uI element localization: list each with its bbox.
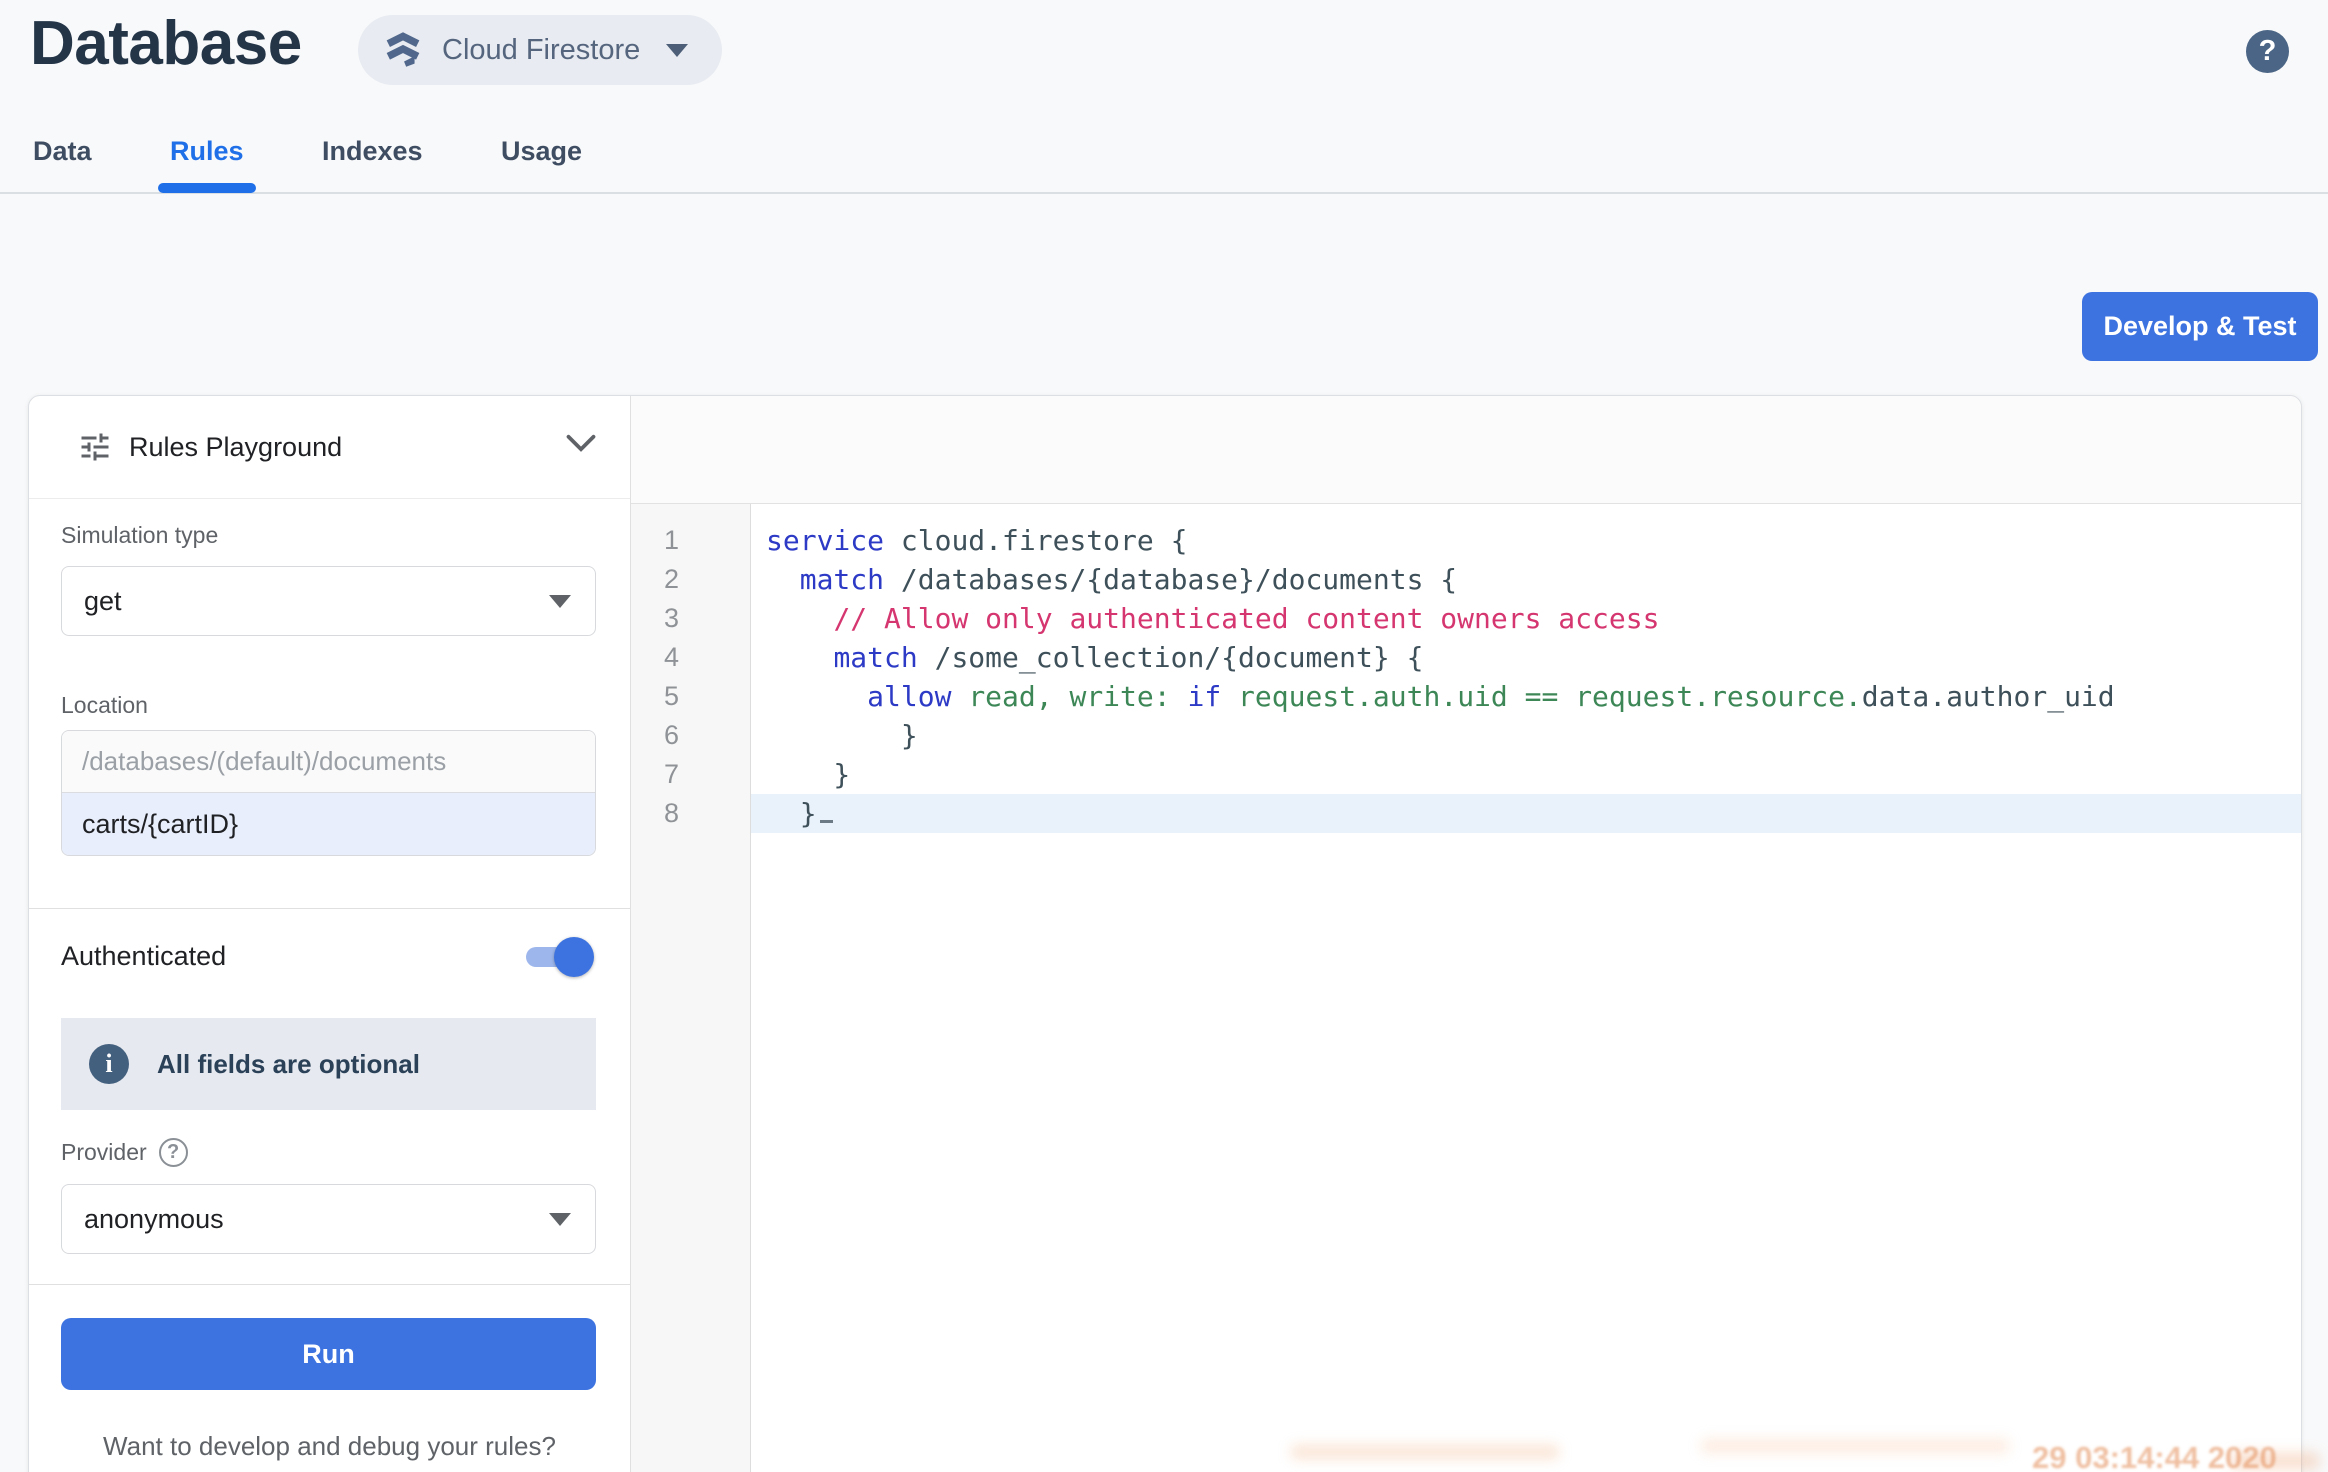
- tab-bar: Data Rules Indexes Usage: [0, 122, 2328, 194]
- provider-help-icon[interactable]: ?: [159, 1138, 188, 1167]
- line-number: 8: [631, 794, 750, 833]
- chevron-down-icon: [666, 44, 688, 57]
- code-line[interactable]: match /some_collection/{document} {: [751, 638, 2301, 677]
- divider: [29, 908, 630, 909]
- provider-value: anonymous: [84, 1204, 224, 1235]
- tab-data[interactable]: Data: [31, 122, 94, 189]
- provider-label-row: Provider ?: [61, 1138, 188, 1167]
- dev-tools-prompt: Want to develop and debug your rules?: [29, 1431, 630, 1462]
- authenticated-toggle[interactable]: [526, 944, 584, 970]
- tab-rules[interactable]: Rules: [168, 122, 246, 189]
- code-line[interactable]: service cloud.firestore {: [751, 521, 2301, 560]
- info-banner-text: All fields are optional: [157, 1049, 420, 1080]
- run-button[interactable]: Run: [61, 1318, 596, 1390]
- line-number: 5: [631, 677, 750, 716]
- dev-tools-link: Try the dev tools: [29, 1468, 630, 1472]
- code-pane[interactable]: service cloud.firestore { match /databas…: [751, 504, 2301, 1472]
- location-input[interactable]: carts/{cartID}: [62, 793, 595, 855]
- code-line[interactable]: // Allow only authenticated content owne…: [751, 599, 2301, 638]
- product-selector-chip[interactable]: Cloud Firestore: [358, 15, 722, 85]
- question-mark-icon: ?: [2259, 35, 2277, 68]
- location-value: carts/{cartID}: [82, 809, 238, 840]
- simulation-type-label: Simulation type: [61, 522, 218, 549]
- firestore-logo-icon: [382, 29, 424, 71]
- location-placeholder: /databases/(default)/documents: [82, 746, 446, 777]
- firestore-database-page: Database Cloud Firestore ? Data Rules In…: [0, 0, 2328, 1472]
- tune-icon: [77, 429, 113, 465]
- page-title: Database: [30, 8, 302, 79]
- help-button[interactable]: ?: [2246, 30, 2289, 73]
- editor-toolbar: [631, 396, 2301, 504]
- info-icon: i: [89, 1044, 129, 1084]
- tab-usage[interactable]: Usage: [499, 122, 584, 189]
- info-banner: i All fields are optional: [61, 1018, 596, 1110]
- rules-card: Rules Playground Simulation type get Loc…: [28, 395, 2302, 1472]
- rules-editor: 12345678 service cloud.firestore { match…: [631, 396, 2301, 1472]
- line-number: 4: [631, 638, 750, 677]
- simulation-type-value: get: [84, 586, 122, 617]
- line-number: 2: [631, 560, 750, 599]
- rules-playground-panel: Rules Playground Simulation type get Loc…: [29, 396, 631, 1472]
- text-cursor: [820, 820, 833, 823]
- line-number: 7: [631, 755, 750, 794]
- authenticated-row: Authenticated: [61, 941, 596, 972]
- try-dev-tools-link[interactable]: Try the dev tools: [234, 1468, 425, 1472]
- line-number: 1: [631, 521, 750, 560]
- editor-body[interactable]: 12345678 service cloud.firestore { match…: [631, 504, 2301, 1472]
- location-field[interactable]: /databases/(default)/documents carts/{ca…: [61, 730, 596, 856]
- code-line[interactable]: }: [751, 755, 2301, 794]
- chevron-down-icon: [549, 595, 571, 608]
- provider-select[interactable]: anonymous: [61, 1184, 596, 1254]
- location-prefix: /databases/(default)/documents: [62, 731, 595, 793]
- rules-playground-header[interactable]: Rules Playground: [29, 396, 630, 499]
- product-chip-label: Cloud Firestore: [442, 34, 640, 67]
- line-number: 6: [631, 716, 750, 755]
- panel-title: Rules Playground: [129, 432, 342, 463]
- divider: [29, 1284, 630, 1285]
- simulation-type-select[interactable]: get: [61, 566, 596, 636]
- code-line[interactable]: allow read, write: if request.auth.uid =…: [751, 677, 2301, 716]
- code-line[interactable]: }: [751, 794, 2301, 833]
- location-label: Location: [61, 692, 148, 719]
- code-line[interactable]: match /databases/{database}/documents {: [751, 560, 2301, 599]
- authenticated-label: Authenticated: [61, 941, 226, 972]
- toggle-thumb: [554, 937, 594, 977]
- tab-indexes[interactable]: Indexes: [320, 122, 425, 189]
- provider-label: Provider: [61, 1139, 147, 1166]
- line-number-gutter: 12345678: [631, 504, 751, 1472]
- collapse-chevron-icon[interactable]: [566, 434, 596, 452]
- chevron-down-icon: [549, 1213, 571, 1226]
- code-line[interactable]: }: [751, 716, 2301, 755]
- line-number: 3: [631, 599, 750, 638]
- develop-and-test-button[interactable]: Develop & Test: [2082, 292, 2318, 361]
